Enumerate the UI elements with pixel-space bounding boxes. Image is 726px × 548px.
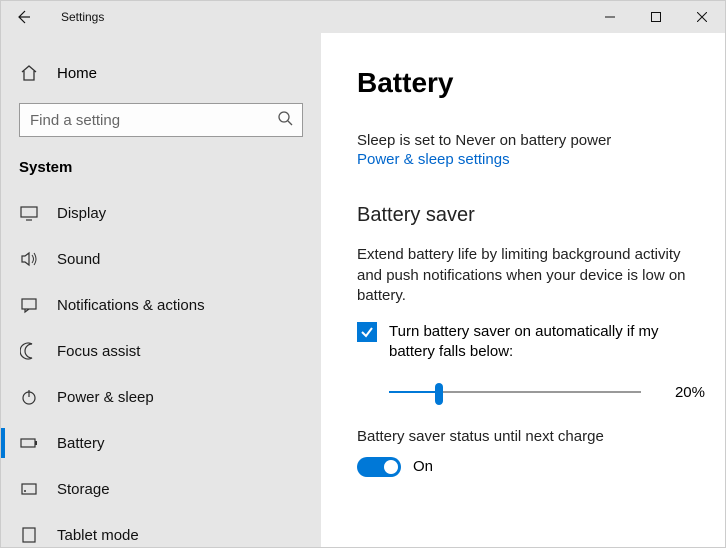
minimize-button[interactable] xyxy=(587,1,633,33)
search-input[interactable] xyxy=(19,103,303,137)
sidebar: Home System Display Sound xyxy=(1,33,321,547)
back-button[interactable] xyxy=(13,7,33,27)
home-nav[interactable]: Home xyxy=(5,53,317,93)
notifications-icon xyxy=(19,295,39,315)
battery-saver-description: Extend battery life by limiting backgrou… xyxy=(357,245,705,306)
power-icon xyxy=(19,387,39,407)
sidebar-item-storage[interactable]: Storage xyxy=(5,466,317,512)
sidebar-item-battery[interactable]: Battery xyxy=(5,420,317,466)
sidebar-item-label: Sound xyxy=(57,251,100,268)
close-button[interactable] xyxy=(679,1,725,33)
battery-saver-heading: Battery saver xyxy=(357,204,705,227)
auto-saver-label: Turn battery saver on automatically if m… xyxy=(389,322,705,363)
window-title: Settings xyxy=(61,10,104,24)
sidebar-item-sound[interactable]: Sound xyxy=(5,236,317,282)
auto-saver-checkbox[interactable] xyxy=(357,322,377,342)
saver-status-toggle[interactable] xyxy=(357,457,401,477)
battery-icon xyxy=(19,433,39,453)
home-label: Home xyxy=(57,65,97,82)
storage-icon xyxy=(19,479,39,499)
slider-value: 20% xyxy=(665,384,705,401)
titlebar: Settings xyxy=(1,1,725,33)
toggle-state-label: On xyxy=(413,458,433,475)
page-title: Battery xyxy=(357,67,705,99)
sidebar-item-label: Notifications & actions xyxy=(57,297,205,314)
sidebar-item-label: Focus assist xyxy=(57,343,140,360)
focus-assist-icon xyxy=(19,341,39,361)
maximize-button[interactable] xyxy=(633,1,679,33)
sleep-status-text: Sleep is set to Never on battery power xyxy=(357,131,705,151)
slider-fill xyxy=(389,391,439,393)
sidebar-item-label: Tablet mode xyxy=(57,527,139,544)
sidebar-item-label: Power & sleep xyxy=(57,389,154,406)
checkmark-icon xyxy=(360,325,374,339)
content-pane: Battery Sleep is set to Never on battery… xyxy=(321,33,725,547)
sidebar-item-label: Storage xyxy=(57,481,110,498)
settings-window: Settings Home xyxy=(0,0,726,548)
tablet-icon xyxy=(19,525,39,545)
toggle-knob xyxy=(384,460,398,474)
sound-icon xyxy=(19,249,39,269)
sidebar-section-header: System xyxy=(5,155,317,190)
sidebar-item-display[interactable]: Display xyxy=(5,190,317,236)
sidebar-item-focus-assist[interactable]: Focus assist xyxy=(5,328,317,374)
battery-threshold-slider[interactable] xyxy=(389,381,641,405)
search-icon xyxy=(277,110,295,133)
home-icon xyxy=(19,63,39,83)
display-icon xyxy=(19,203,39,223)
sidebar-item-label: Display xyxy=(57,205,106,222)
sidebar-item-notifications[interactable]: Notifications & actions xyxy=(5,282,317,328)
sidebar-item-power-sleep[interactable]: Power & sleep xyxy=(5,374,317,420)
saver-status-label: Battery saver status until next charge xyxy=(357,427,705,447)
power-sleep-link[interactable]: Power & sleep settings xyxy=(357,151,705,168)
sidebar-item-label: Battery xyxy=(57,435,105,452)
slider-thumb[interactable] xyxy=(435,383,443,405)
sidebar-item-tablet-mode[interactable]: Tablet mode xyxy=(5,512,317,547)
